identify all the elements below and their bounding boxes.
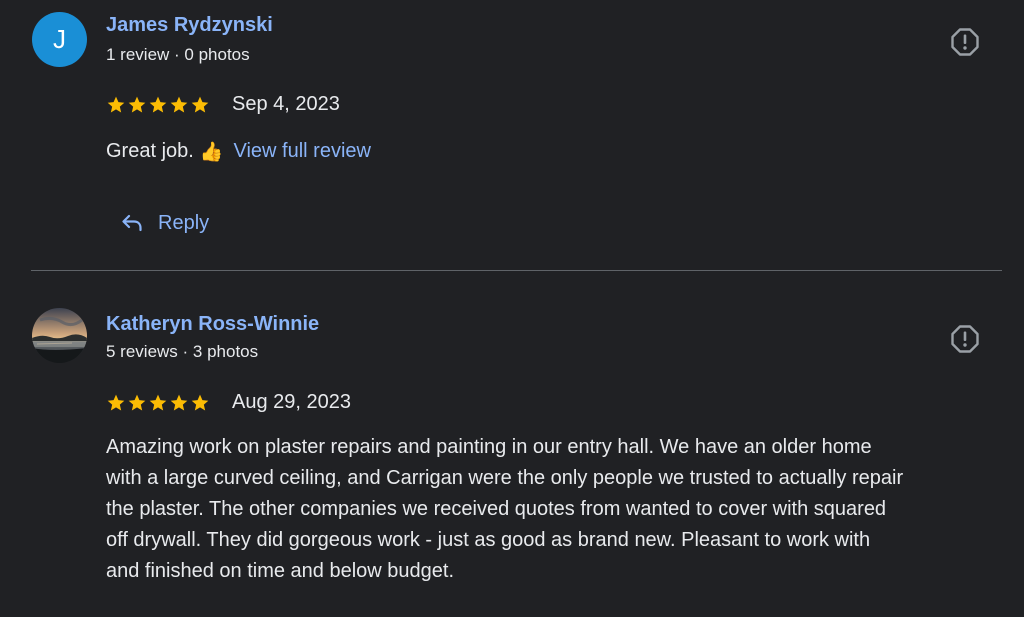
review-text-content: Great job. bbox=[106, 140, 194, 162]
star-icon bbox=[191, 96, 209, 113]
review-text-line: and finished on time and below budget. bbox=[106, 560, 455, 582]
review-text: Great job. 👍 View full review bbox=[106, 136, 371, 168]
avatar[interactable]: J bbox=[32, 12, 87, 67]
star-icon bbox=[149, 394, 167, 411]
reviewer-name[interactable]: Katheryn Ross-Winnie bbox=[106, 313, 319, 336]
flag-review-icon bbox=[951, 28, 979, 56]
reviewer-meta: 5 reviews · 3 photos bbox=[106, 342, 259, 361]
review-text-line: off drywall. They did gorgeous work - ju… bbox=[106, 529, 871, 551]
reviewer-meta: 1 review · 0 photos bbox=[106, 45, 250, 64]
flag-review-icon bbox=[951, 325, 979, 353]
flag-review-button[interactable] bbox=[950, 324, 980, 354]
thumbs-up-emoji: 👍 bbox=[199, 142, 224, 163]
star-icon bbox=[170, 394, 188, 411]
star-rating bbox=[106, 95, 210, 115]
review-text-line: the plaster. The other companies we rece… bbox=[106, 498, 887, 520]
star-icon bbox=[128, 96, 146, 113]
review-date: Sep 4, 2023 bbox=[232, 93, 340, 115]
view-full-review-link[interactable]: View full review bbox=[234, 140, 371, 162]
reply-button[interactable]: Reply bbox=[120, 211, 209, 235]
flag-review-button[interactable] bbox=[950, 27, 980, 57]
review-date: Aug 29, 2023 bbox=[232, 391, 351, 413]
avatar-photo bbox=[32, 308, 87, 363]
reply-arrow-icon bbox=[122, 214, 142, 232]
reply-label: Reply bbox=[158, 211, 210, 234]
star-icon bbox=[149, 96, 167, 113]
review-card: J James Rydzynski 1 review · 0 photos Se… bbox=[0, 0, 1024, 270]
star-rating bbox=[106, 393, 210, 413]
review-card: Katheryn Ross-Winnie 5 reviews · 3 photo… bbox=[0, 271, 1024, 617]
review-text-line: Amazing work on plaster repairs and pain… bbox=[106, 436, 872, 458]
star-icon bbox=[191, 394, 209, 411]
reviewer-name[interactable]: James Rydzynski bbox=[106, 14, 273, 37]
review-text: Amazing work on plaster repairs and pain… bbox=[106, 432, 903, 587]
star-icon bbox=[128, 394, 146, 411]
avatar[interactable] bbox=[32, 308, 87, 363]
star-icon bbox=[107, 394, 125, 411]
review-text-line: with a large curved ceiling, and Carriga… bbox=[106, 467, 904, 489]
star-icon bbox=[107, 96, 125, 113]
star-icon bbox=[170, 96, 188, 113]
